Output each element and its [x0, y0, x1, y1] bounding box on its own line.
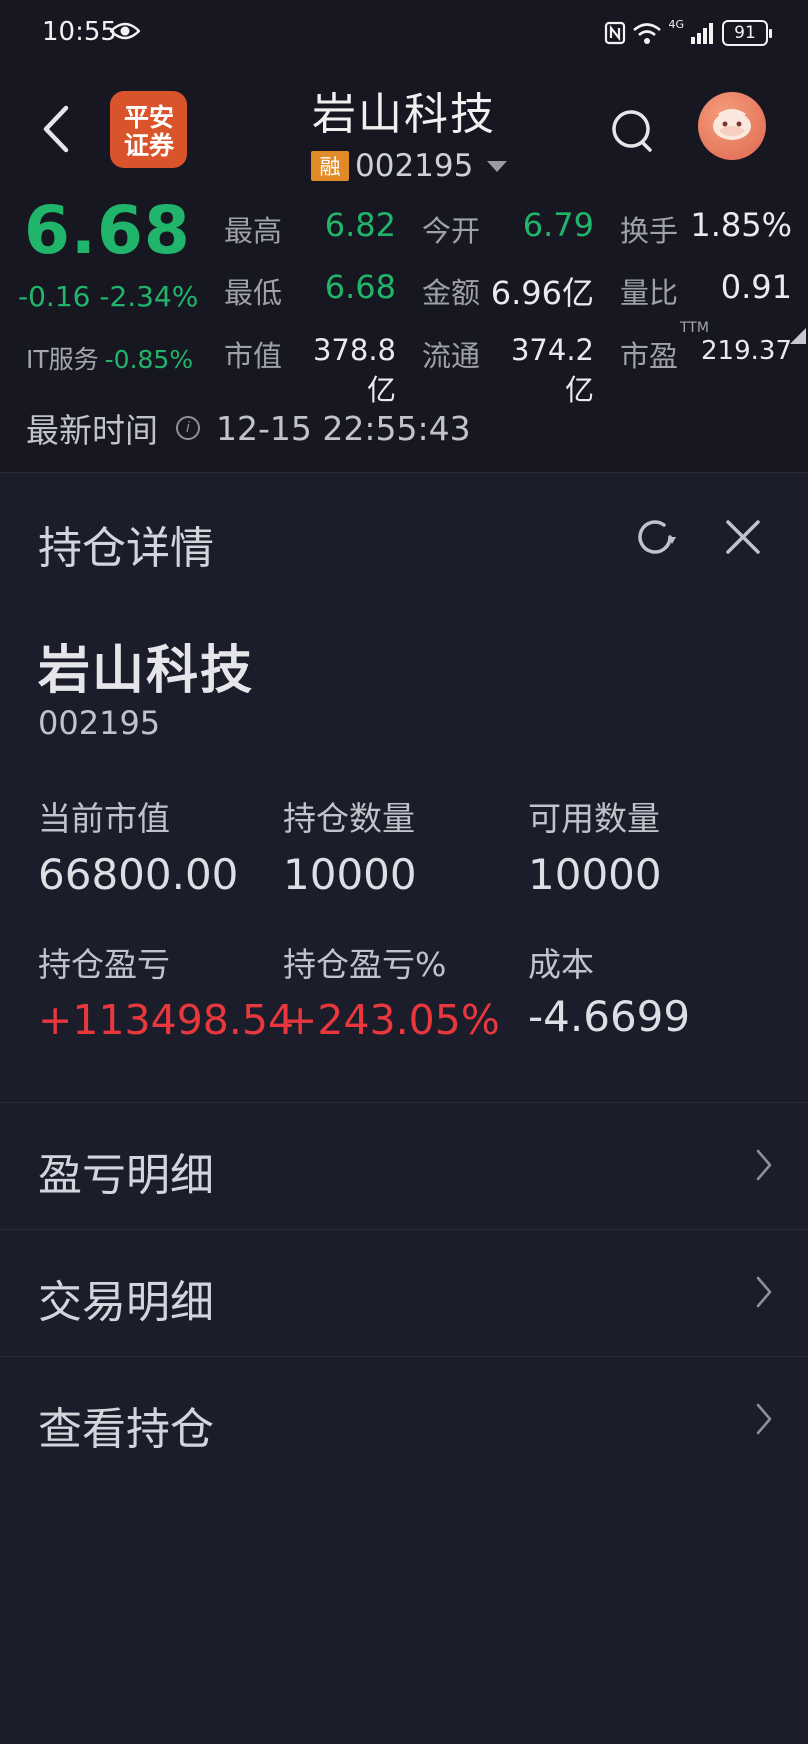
- search-icon[interactable]: [610, 108, 656, 154]
- amount-label: 金额: [422, 276, 481, 310]
- market-cap-label: 市值: [224, 339, 283, 373]
- refresh-icon[interactable]: [632, 514, 678, 560]
- pe-value: 219.37: [701, 336, 792, 366]
- update-time-row: 最新时间 i 12-15 22:55:43: [26, 404, 471, 452]
- battery-level: 91: [734, 23, 756, 43]
- volume-ratio-label: 量比: [620, 276, 679, 310]
- high-label: 最高: [224, 214, 283, 248]
- quote-panel: 6.68 -0.16 -2.34% IT服务 -0.85% 最高 6.82 今开 …: [0, 190, 808, 473]
- margin-trading-badge: 融: [311, 151, 349, 181]
- assistant-avatar[interactable]: [698, 92, 766, 160]
- position-stock-code: 002195: [38, 704, 161, 742]
- chevron-right-icon: [756, 1403, 772, 1435]
- available-qty-label: 可用数量: [528, 799, 660, 838]
- market-value: 66800.00: [38, 850, 239, 899]
- menu-item-trade-detail[interactable]: 交易明细: [0, 1230, 808, 1356]
- chevron-right-icon: [756, 1149, 772, 1181]
- low-label: 最低: [224, 276, 283, 310]
- pe-ttm-tag: TTM: [680, 320, 709, 336]
- holding-qty-label: 持仓数量: [283, 799, 415, 838]
- market-value-label: 当前市值: [38, 799, 170, 838]
- pe-label: 市盈: [620, 339, 679, 373]
- float-cap-label: 流通: [422, 339, 481, 373]
- wifi-icon: [633, 23, 662, 44]
- available-qty: 10000: [528, 850, 662, 899]
- stock-header: 平安 证券 岩山科技 融 002195: [0, 66, 808, 190]
- menu-item-label: 查看持仓: [38, 1404, 214, 1455]
- close-icon[interactable]: [722, 516, 764, 558]
- menu-item-label: 交易明细: [38, 1277, 214, 1328]
- menu-item-pnl-detail[interactable]: 盈亏明细: [0, 1103, 808, 1229]
- pnl-pct-label: 持仓盈亏%: [283, 945, 447, 984]
- cost-label: 成本: [528, 945, 594, 984]
- nfc-icon: [605, 21, 626, 45]
- update-time-label: 最新时间: [26, 411, 158, 450]
- status-bar: 10:55 4G 91: [0, 0, 808, 66]
- chevron-right-icon: [756, 1276, 772, 1308]
- holding-qty: 10000: [283, 850, 417, 899]
- pnl-label: 持仓盈亏: [38, 945, 170, 984]
- turnover-label: 换手: [620, 214, 679, 248]
- stock-title: 岩山科技: [312, 89, 496, 140]
- dropdown-caret-icon: [487, 160, 508, 172]
- menu-item-label: 盈亏明细: [38, 1150, 214, 1201]
- stock-position-screen: 10:55 4G 91 平安 证券 岩山科技 融 002195 6.68 -0.…: [0, 0, 808, 1744]
- open-label: 今开: [422, 214, 481, 248]
- float-cap-value: 374.2亿: [510, 333, 594, 407]
- turnover-value: 1.85%: [690, 206, 792, 244]
- amount-value: 6.96亿: [490, 274, 594, 312]
- expand-corner-icon[interactable]: [790, 328, 806, 344]
- position-stock-name: 岩山科技: [38, 641, 255, 701]
- update-time-value: 12-15 22:55:43: [216, 408, 471, 448]
- assistant-mascot-icon: [713, 109, 751, 140]
- status-time: 10:55: [42, 17, 117, 47]
- pnl-pct-value: +243.05%: [283, 996, 500, 1044]
- price-change: -0.16 -2.34%: [18, 280, 199, 313]
- battery-indicator: 91: [722, 20, 772, 46]
- eye-icon: [110, 22, 140, 40]
- position-detail-header: 持仓详情: [0, 482, 808, 592]
- stock-code: 002195: [355, 148, 474, 184]
- position-detail-title: 持仓详情: [38, 523, 214, 574]
- stock-code-selector[interactable]: 融 002195: [311, 148, 508, 184]
- signal-icon: [691, 23, 713, 44]
- network-type: 4G: [668, 18, 684, 31]
- cost-value: -4.6699: [528, 992, 691, 1041]
- menu-item-view-holdings[interactable]: 查看持仓: [0, 1357, 808, 1483]
- sector-change: -0.85%: [104, 345, 194, 374]
- open-value: 6.79: [522, 206, 594, 244]
- last-price: 6.68: [24, 192, 191, 269]
- sector-info[interactable]: IT服务 -0.85%: [26, 340, 193, 376]
- info-icon[interactable]: i: [176, 416, 200, 440]
- volume-ratio-value: 0.91: [720, 268, 792, 306]
- low-value: 6.68: [324, 268, 396, 306]
- status-icons: 4G 91: [604, 18, 772, 48]
- sector-name: IT服务: [26, 345, 99, 374]
- high-value: 6.82: [324, 206, 396, 244]
- pnl-value: +113498.54: [38, 996, 295, 1044]
- market-cap-value: 378.8亿: [312, 333, 396, 407]
